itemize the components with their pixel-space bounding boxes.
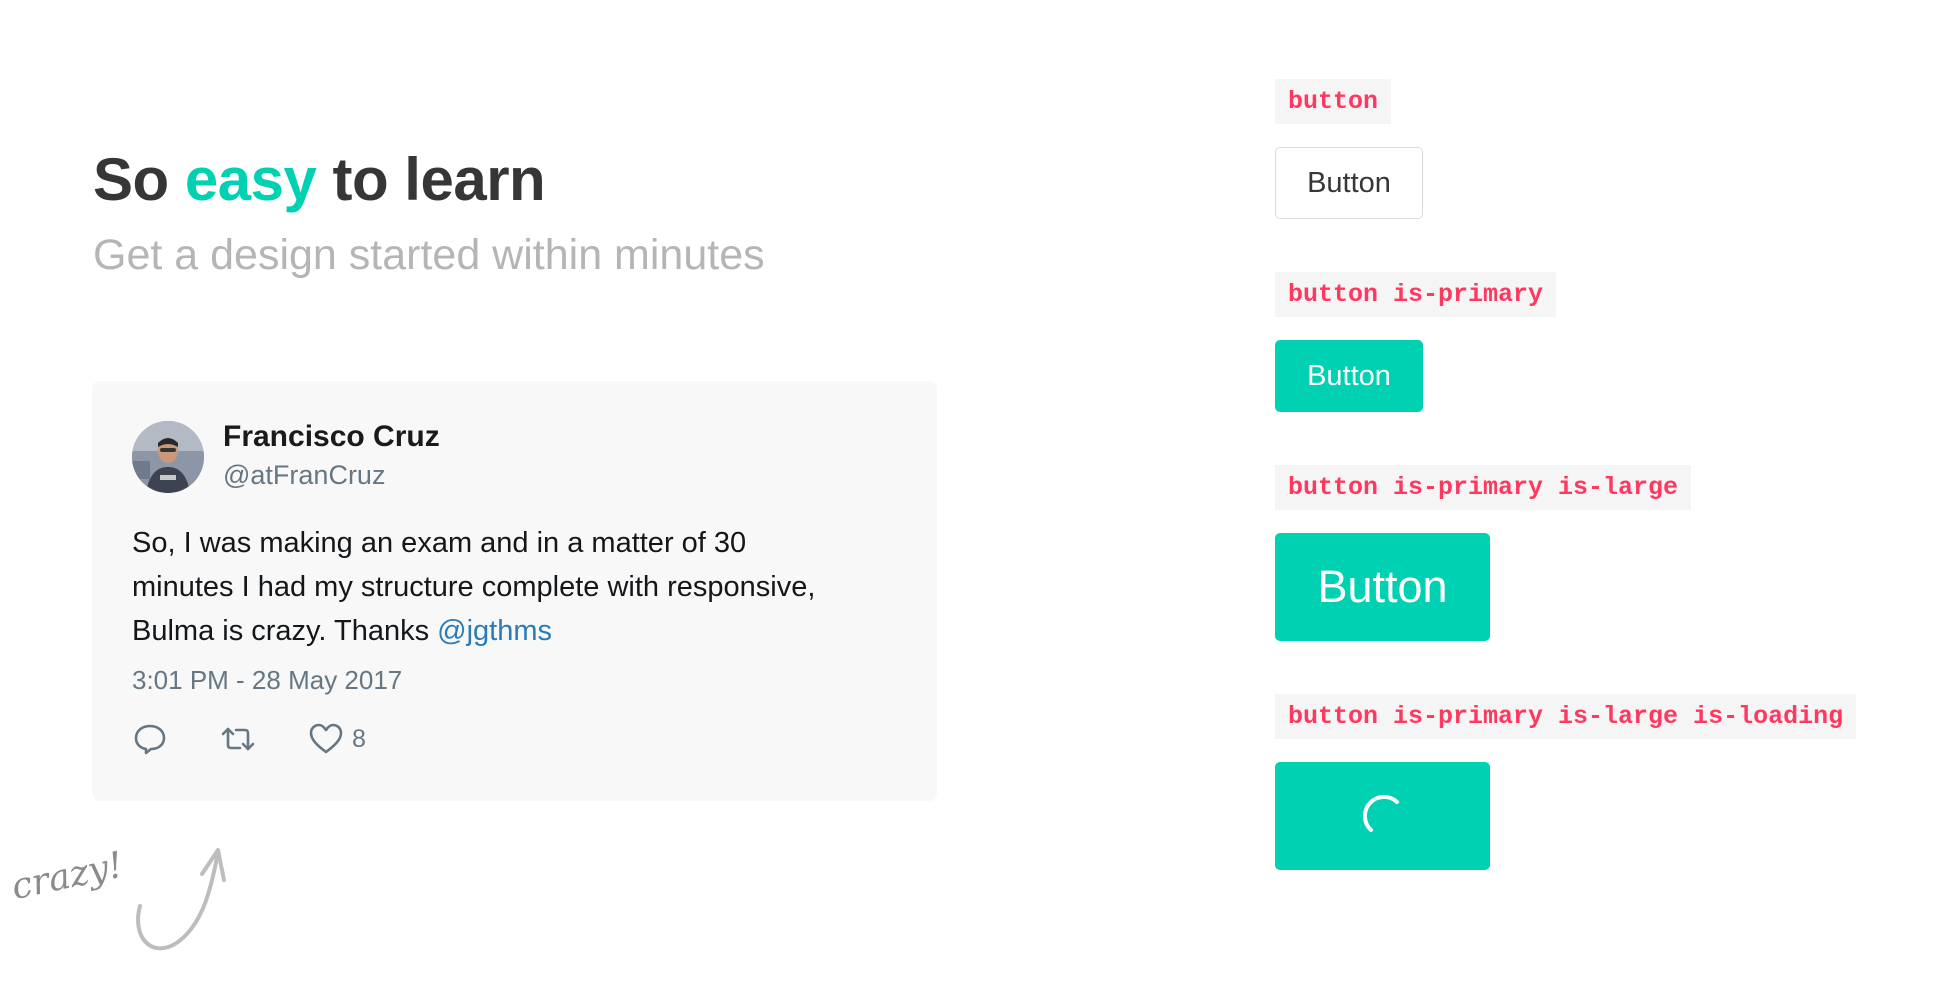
heart-icon[interactable]	[308, 721, 344, 757]
code-button-is-primary: button is-primary	[1275, 272, 1557, 317]
tweet-mention-link[interactable]: @jgthms	[437, 615, 552, 647]
demo-button-primary-large[interactable]: Button	[1275, 533, 1490, 641]
tweet-body-line-3: Bulma is crazy. Thanks	[132, 615, 430, 647]
tweet-timestamp[interactable]: 3:01 PM - 28 May 2017	[132, 663, 402, 697]
demo-button-primary-large-loading[interactable]	[1275, 762, 1490, 870]
tweet-card: Francisco Cruz @atFranCruz So, I was mak…	[92, 381, 937, 801]
hero-title: So easy to learn	[93, 144, 546, 216]
hero-subtitle: Get a design started within minutes	[93, 231, 765, 279]
page: So easy to learn Get a design started wi…	[0, 0, 1942, 986]
tweet-body-line-1: So, I was making an exam and in a matter…	[132, 527, 747, 559]
hero-title-accent: easy	[184, 146, 317, 213]
avatar[interactable]	[132, 421, 204, 493]
loading-spinner-icon	[1362, 794, 1399, 832]
curved-arrow-icon	[136, 848, 226, 951]
code-button-is-primary-is-large-is-loading: button is-primary is-large is-loading	[1275, 694, 1857, 739]
tweet-actions: 8	[132, 719, 366, 759]
avatar-image	[132, 421, 204, 493]
code-button: button	[1275, 79, 1392, 124]
tweet-body-line-2: minutes I had my structure complete with…	[132, 571, 816, 603]
tweet-author-handle[interactable]: @atFranCruz	[223, 458, 385, 492]
tweet-body: So, I was making an exam and in a matter…	[132, 521, 922, 653]
like-count: 8	[352, 724, 366, 753]
hero-title-suffix: to learn	[332, 146, 546, 213]
code-button-is-primary-is-large: button is-primary is-large	[1275, 465, 1692, 510]
demo-button-primary[interactable]: Button	[1275, 340, 1423, 412]
retweet-icon[interactable]	[220, 721, 256, 757]
hero-title-prefix: So	[93, 146, 169, 213]
reply-icon[interactable]	[132, 721, 168, 757]
demo-button-default[interactable]: Button	[1275, 147, 1423, 219]
tweet-author-name[interactable]: Francisco Cruz	[223, 419, 440, 455]
